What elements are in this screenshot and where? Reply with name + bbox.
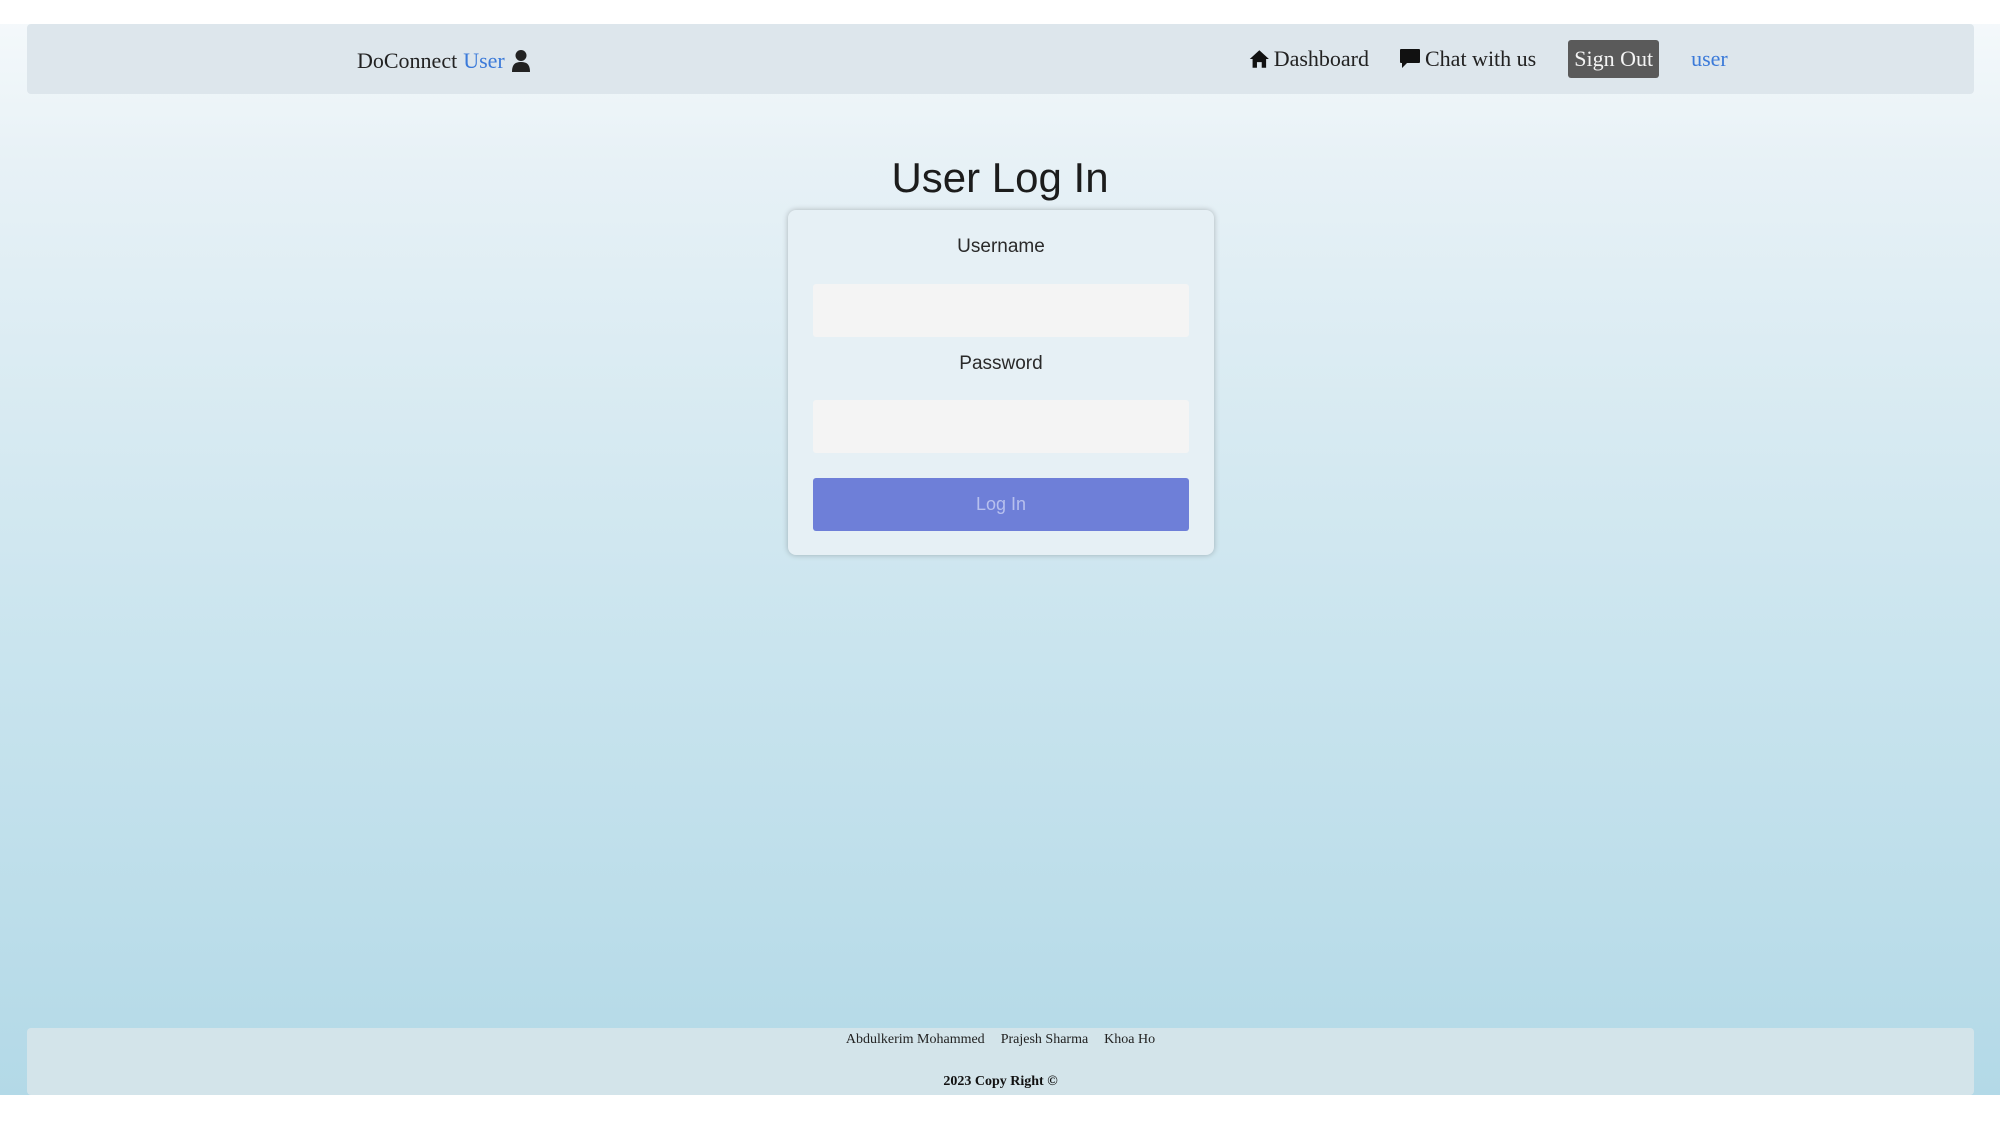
nav-dashboard-label: Dashboard (1273, 46, 1369, 71)
log-in-button[interactable]: Log In (813, 478, 1189, 531)
author-name: Prajesh Sharma (1000, 1032, 1089, 1047)
footer-authors: Abdulkerim Mohammed Prajesh Sharma Khoa … (27, 1032, 1974, 1048)
username-input[interactable] (813, 284, 1189, 337)
copyright: 2023 Copy Right © (943, 1074, 1058, 1089)
page: DoConnect User Dashboard Chat with us Si… (0, 0, 2000, 1125)
username-label: Username (957, 236, 1045, 257)
nav-dashboard-link[interactable]: Dashboard (1249, 46, 1369, 72)
nav-chat-label: Chat with us (1425, 46, 1537, 71)
password-input[interactable] (813, 400, 1189, 453)
user-link[interactable]: user (1691, 46, 1728, 72)
nav-links: Dashboard Chat with us Sign Out user (1249, 40, 1728, 78)
author-name: Khoa Ho (1104, 1032, 1156, 1047)
login-form: Username Password Log In (788, 210, 1214, 555)
brand[interactable]: DoConnect User (357, 46, 531, 76)
brand-name: DoConnect (357, 48, 458, 73)
user-icon (511, 49, 531, 73)
home-icon (1249, 50, 1269, 68)
author-name: Abdulkerim Mohammed (845, 1032, 985, 1047)
chat-bubble-icon (1400, 49, 1420, 68)
nav-chat-link[interactable]: Chat with us (1399, 46, 1536, 72)
footer: Abdulkerim Mohammed Prajesh Sharma Khoa … (27, 1028, 1974, 1095)
navbar: DoConnect User Dashboard Chat with us Si… (27, 24, 1974, 94)
page-title: User Log In (891, 154, 1109, 201)
password-label: Password (959, 353, 1043, 374)
brand-accent: User (463, 48, 505, 73)
sign-out-button[interactable]: Sign Out (1568, 40, 1660, 78)
top-strip (0, 0, 2000, 24)
